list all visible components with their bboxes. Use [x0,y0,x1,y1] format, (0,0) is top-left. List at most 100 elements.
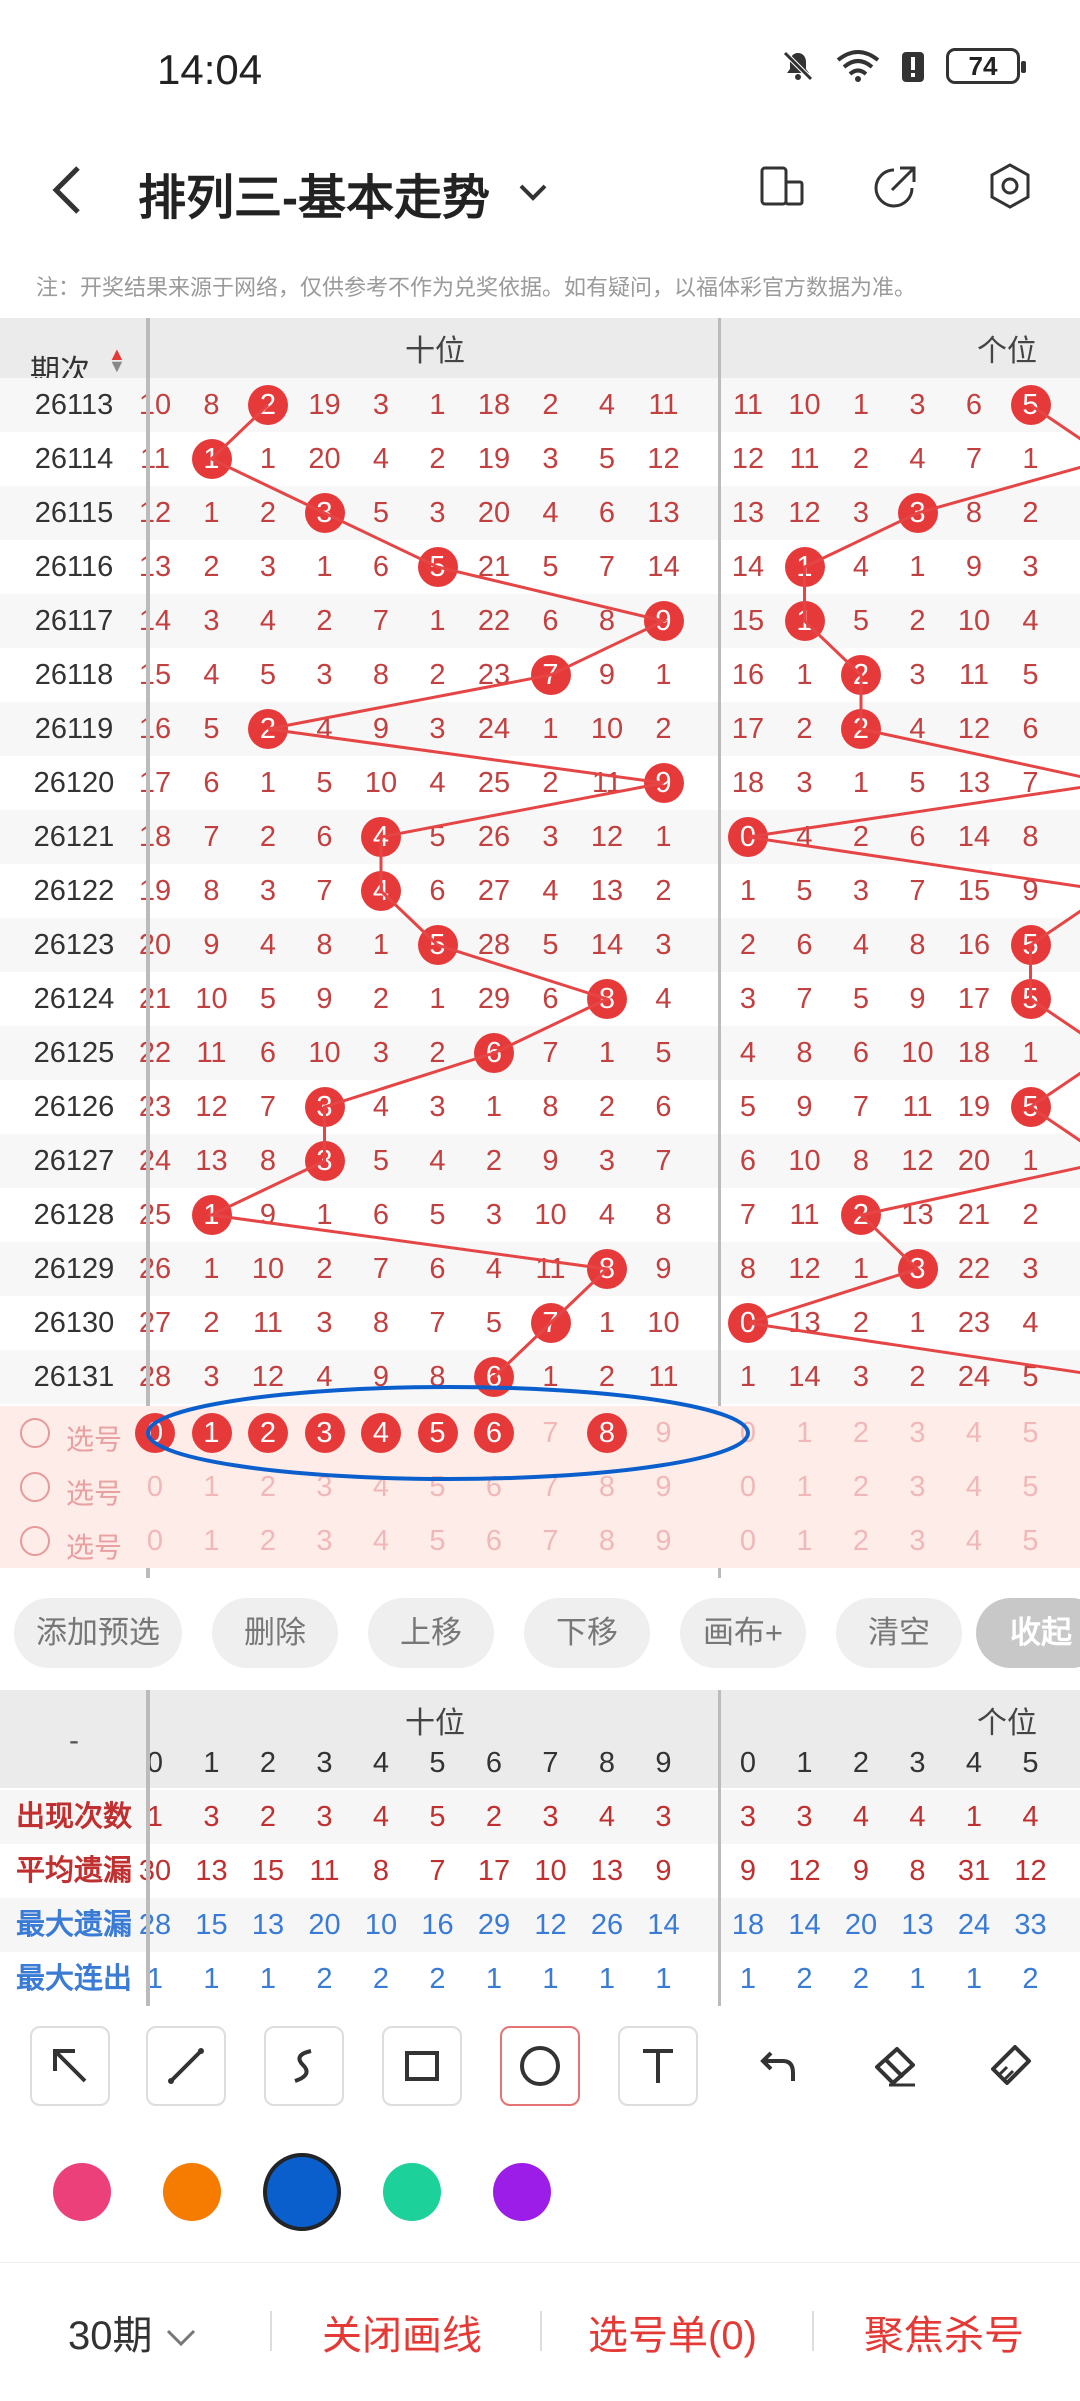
stats-cell: 1 [965,1801,983,1833]
undo-tool[interactable] [736,2026,816,2106]
stats-cell: 9 [739,1855,757,1887]
stats-cell: 10 [364,1909,398,1941]
color-swatch[interactable] [263,2153,341,2231]
rectangle-tool[interactable] [382,2026,462,2106]
stats-cell: 5 [429,1801,446,1833]
tens-digit-header: 8 [598,1747,616,1779]
rectangle-icon [405,2051,439,2081]
stats-cell: 3 [203,1801,220,1833]
divider [812,2311,814,2351]
bottom-bar: 30期 关闭画线 选号单(0) 聚焦杀号 [0,2262,1080,2401]
alert-icon [902,52,924,82]
curve-icon [294,2049,312,2083]
divider [146,1690,150,2006]
stats-cell: 4 [598,1801,616,1833]
stats-cell: 2 [852,1963,870,1995]
stats-cell: 4 [1022,1801,1039,1833]
text-icon [643,2049,673,2083]
toolbar-button[interactable]: 下移 [524,1598,650,1668]
circle-tool[interactable] [500,2026,580,2106]
periods-selector[interactable]: 30期 [68,2303,198,2361]
stats-cell: 7 [429,1855,446,1887]
stats-cell: 31 [957,1855,991,1887]
stats-cell: 3 [796,1801,813,1833]
back-icon[interactable] [48,162,88,218]
stats-cell: 1 [146,1963,164,1995]
stats-cell: 15 [195,1909,228,1941]
units-digit-header: 1 [796,1747,813,1779]
tens-digit-header: 2 [259,1747,277,1779]
stats-cell: 29 [477,1909,511,1941]
toolbar-button[interactable]: 画布+ [680,1598,806,1668]
tens-trend-line [206,403,668,1379]
color-swatch[interactable] [53,2163,111,2221]
brush-icon [991,2045,1031,2085]
stats-cell: 3 [739,1801,757,1833]
units-digit-header: 5 [1022,1747,1039,1779]
color-palette [0,2142,1080,2252]
share-icon[interactable] [872,162,920,210]
toolbar-button[interactable]: 清空 [836,1598,962,1668]
stats-cell: 12 [788,1855,821,1887]
status-icons: 74 [780,48,1026,84]
device-icon[interactable] [758,162,806,210]
color-swatch[interactable] [493,2163,551,2221]
chevron-down-icon[interactable] [515,174,551,210]
tens-digit-header: 7 [542,1747,559,1779]
stats-cell: 13 [901,1909,934,1941]
stats-cell: 1 [485,1963,503,1995]
pick-list-button[interactable]: 选号单(0) [588,2303,757,2361]
stats-row-label: 平均遗漏 [15,1855,132,1887]
drawn-ellipse-annotation[interactable] [146,1385,750,1481]
toolbar-button[interactable]: 收起 [976,1598,1080,1668]
clear-brush-tool[interactable] [970,2026,1050,2106]
select-arrow-tool[interactable] [30,2026,110,2106]
stats-cell: 3 [542,1801,559,1833]
stats-cell: 12 [534,1909,567,1941]
stats-cell: 14 [647,1909,680,1941]
mute-icon [783,51,813,81]
stats-cell: 2 [372,1963,390,1995]
stats-cell: 33 [1014,1909,1047,1941]
stats-cell: 9 [852,1855,870,1887]
stats-cell: 2 [316,1963,333,1995]
focus-kill-button[interactable]: 聚焦杀号 [864,2303,1024,2361]
units-digit-header: 0 [739,1747,757,1779]
tens-digit-header: 6 [485,1747,503,1779]
color-swatch[interactable] [383,2163,441,2221]
stats-cell: 9 [655,1855,672,1887]
curve-tool[interactable] [264,2026,344,2106]
close-lines-button[interactable]: 关闭画线 [322,2303,482,2361]
color-swatch[interactable] [163,2163,221,2221]
stats-cell: 2 [796,1963,813,1995]
stats-cell: 1 [909,1963,926,1995]
stats-dash: - [69,1724,79,1757]
stats-cell: 4 [372,1801,390,1833]
units-digit-header: 4 [965,1747,983,1779]
stats-cell: 20 [308,1909,341,1941]
stats-cell: 28 [138,1909,172,1941]
stats-cell: 18 [731,1909,765,1941]
status-bar: 14:04 74 [0,0,1080,140]
stats-cell: 1 [598,1963,616,1995]
toolbar-button[interactable]: 上移 [368,1598,494,1668]
stats-cell: 13 [251,1909,285,1941]
text-tool[interactable] [618,2026,698,2106]
toolbar-button[interactable]: 添加预选 [14,1598,182,1668]
eraser-tool[interactable] [854,2026,934,2106]
units-digit-header: 2 [852,1747,870,1779]
stats-cell: 4 [909,1801,926,1833]
stats-cell: 20 [844,1909,878,1941]
page-title[interactable]: 排列三-基本走势 [138,158,490,228]
app-header: 排列三-基本走势 [0,140,1080,240]
toolbar-button[interactable]: 删除 [212,1598,338,1668]
line-tool[interactable] [146,2026,226,2106]
units-digit-header: 3 [909,1747,926,1779]
stats-cell: 1 [146,1801,164,1833]
periods-label: 30期 [68,2314,153,2358]
settings-icon[interactable] [986,162,1034,210]
stats-cell: 1 [655,1963,672,1995]
line-icon [168,2048,204,2084]
stats-cell: 4 [852,1801,870,1833]
stats-cell: 8 [372,1855,390,1887]
